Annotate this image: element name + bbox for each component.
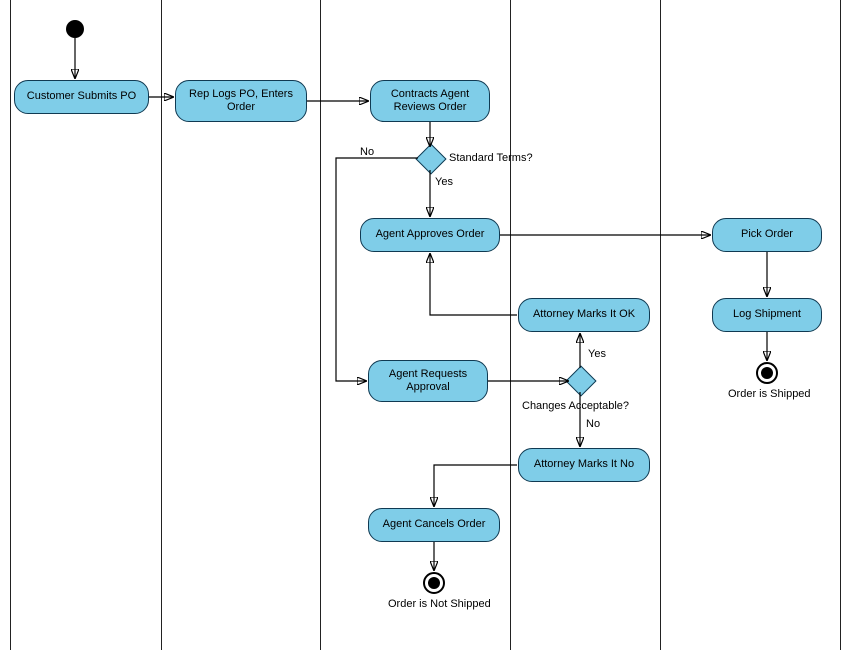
label-standard-terms: Standard Terms? [449,152,533,164]
node-contracts-agent-reviews: Contracts Agent Reviews Order [370,80,490,122]
label-yes-2: Yes [588,348,606,360]
start-node [66,20,84,38]
activity-diagram: Customer Submits PO Rep Logs PO, Enters … [0,0,848,650]
label: Log Shipment [733,308,801,321]
label-changes-acceptable: Changes Acceptable? [522,400,629,412]
node-agent-approves-order: Agent Approves Order [360,218,500,252]
node-rep-logs-po: Rep Logs PO, Enters Order [175,80,307,122]
label: Attorney Marks It OK [533,308,635,321]
label: Customer Submits PO [27,90,136,103]
label: Pick Order [741,228,793,241]
node-agent-cancels-order: Agent Cancels Order [368,508,500,542]
node-pick-order: Pick Order [712,218,822,252]
label-order-shipped: Order is Shipped [728,388,811,400]
label: Contracts Agent Reviews Order [377,88,483,114]
node-customer-submits-po: Customer Submits PO [14,80,149,114]
node-attorney-marks-ok: Attorney Marks It OK [518,298,650,332]
end-not-shipped [423,572,445,594]
label-no-2: No [586,418,600,430]
label-yes-1: Yes [435,176,453,188]
node-attorney-marks-no: Attorney Marks It No [518,448,650,482]
node-agent-requests-approval: Agent Requests Approval [368,360,488,402]
label-no-1: No [360,146,374,158]
node-log-shipment: Log Shipment [712,298,822,332]
end-shipped [756,362,778,384]
label: Agent Cancels Order [383,518,486,531]
label: Rep Logs PO, Enters Order [182,88,300,114]
label: Attorney Marks It No [534,458,634,471]
label: Agent Requests Approval [375,368,481,394]
label: Agent Approves Order [376,228,485,241]
label-order-not-shipped: Order is Not Shipped [388,598,491,610]
